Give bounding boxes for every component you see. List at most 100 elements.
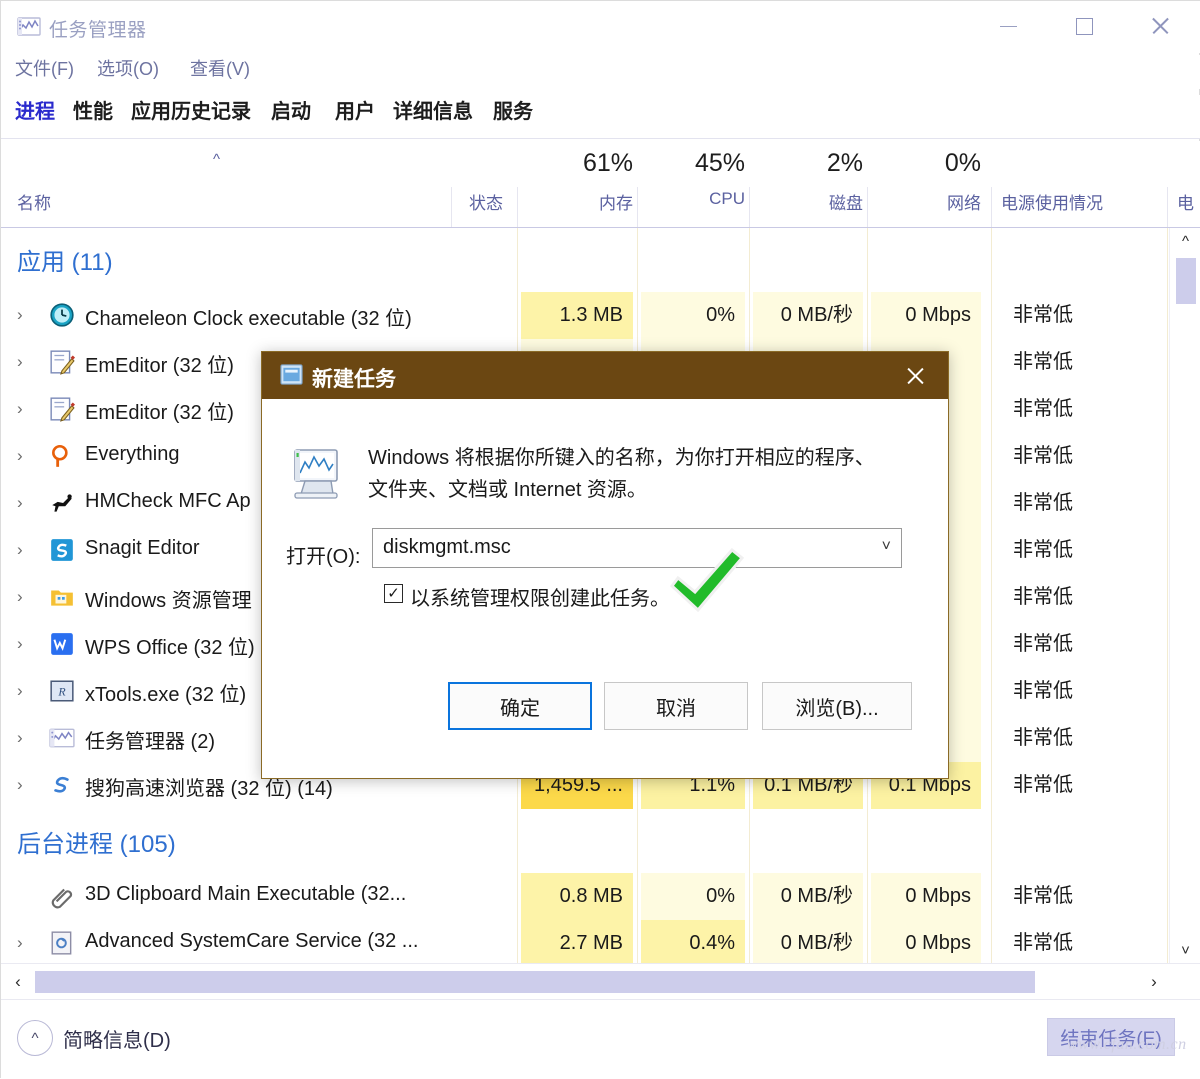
ok-button[interactable]: 确定 xyxy=(448,682,592,730)
column-header-power-usage[interactable]: 电源使用情况 xyxy=(1001,141,1151,227)
horizontal-scrollbar[interactable]: ‹ › xyxy=(1,963,1200,999)
task-manager-window: 任务管理器 文件(F) 选项(O) 查看(V) 进程 性能 应用历史记录 启动 … xyxy=(0,0,1200,1079)
cell-disk: 0 MB/秒 xyxy=(753,920,863,963)
menu-item-options[interactable]: 选项(O) xyxy=(97,55,159,81)
expand-chevron-icon[interactable]: › xyxy=(17,540,23,560)
maximize-icon xyxy=(1075,17,1093,35)
dialog-button-row: 确定 取消 浏览(B)... xyxy=(262,682,948,732)
horizontal-scroll-thumb[interactable] xyxy=(35,971,1035,993)
explorer-icon xyxy=(51,590,73,606)
disk-usage-pct: 2% xyxy=(826,149,863,177)
column-header-memory[interactable]: 61% 内存 xyxy=(521,141,633,227)
everything-icon xyxy=(52,444,68,467)
menu-bar: 文件(F) 选项(O) 查看(V) xyxy=(1,55,1200,89)
cell-power: 非常低 xyxy=(1013,727,1073,749)
maximize-button[interactable] xyxy=(1053,1,1115,51)
column-header-power-trend[interactable]: 电 xyxy=(1177,141,1200,227)
expand-chevron-icon[interactable]: › xyxy=(17,352,23,372)
cell-power: 非常低 xyxy=(1013,539,1073,561)
column-header-network[interactable]: 0% 网络 xyxy=(871,141,981,227)
dialog-title-bar: 新建任务 xyxy=(262,352,948,399)
dialog-close-button[interactable] xyxy=(894,360,936,392)
group-header-background: 后台进程 (105) xyxy=(17,831,176,858)
cell-power: 非常低 xyxy=(1013,680,1073,702)
vertical-scroll-thumb[interactable] xyxy=(1176,258,1196,304)
tab-details[interactable]: 详细信息 xyxy=(393,95,473,124)
column-header-name[interactable]: 名称 xyxy=(17,141,447,227)
expand-chevron-icon[interactable]: › xyxy=(17,775,23,795)
cell-power: 非常低 xyxy=(1013,774,1073,796)
column-header-status[interactable]: 状态 xyxy=(453,141,503,227)
menu-item-file[interactable]: 文件(F) xyxy=(15,55,74,81)
close-icon xyxy=(905,366,925,386)
tab-performance[interactable]: 性能 xyxy=(73,95,113,124)
minimize-button[interactable] xyxy=(977,1,1039,51)
network-usage-pct: 0% xyxy=(944,149,981,177)
cell-disk: 0 MB/秒 xyxy=(753,292,863,339)
expand-chevron-icon[interactable]: › xyxy=(17,305,23,325)
tab-services[interactable]: 服务 xyxy=(493,95,533,124)
column-header-cpu[interactable]: 45% CPU xyxy=(641,141,745,227)
chevron-down-icon[interactable]: ˅ xyxy=(882,538,891,556)
expand-chevron-icon[interactable]: › xyxy=(17,587,23,607)
process-name: EmEditor (32 位) xyxy=(85,355,234,377)
clock-icon xyxy=(50,303,74,327)
open-input-value[interactable]: diskmgmt.msc xyxy=(383,536,511,559)
process-name: 任务管理器 (2) xyxy=(85,731,215,753)
expand-chevron-icon[interactable]: › xyxy=(17,634,23,654)
process-name: HMCheck MFC Ap xyxy=(85,490,251,512)
cell-power: 非常低 xyxy=(1013,885,1073,907)
cell-network: 0 Mbps xyxy=(871,873,981,920)
scroll-up-button[interactable]: ^ xyxy=(1170,228,1200,254)
cancel-button[interactable]: 取消 xyxy=(604,682,748,730)
snagit-icon xyxy=(51,539,73,561)
cell-power: 非常低 xyxy=(1013,445,1073,467)
scroll-left-button[interactable]: ‹ xyxy=(3,964,33,999)
xtools-icon: R xyxy=(50,680,74,702)
expand-chevron-icon[interactable]: › xyxy=(17,681,23,701)
cell-cpu: 0.4% xyxy=(641,920,745,963)
minimize-icon xyxy=(999,25,1017,27)
open-combobox[interactable]: diskmgmt.msc ˅ xyxy=(372,528,902,568)
admin-checkbox-label: 以系统管理权限创建此任务。 xyxy=(410,588,670,610)
vertical-scrollbar[interactable]: ^ ˅ xyxy=(1169,228,1200,963)
sogou-icon xyxy=(54,776,69,793)
open-label: 打开(O): xyxy=(286,546,361,568)
task-manager-icon xyxy=(49,728,75,748)
green-check-mark-annotation xyxy=(669,548,745,613)
cell-power: 非常低 xyxy=(1013,492,1073,514)
table-row[interactable]: › Advanced SystemCare Service (32 ... 2.… xyxy=(1,920,1169,963)
admin-checkbox[interactable]: ✓ xyxy=(384,584,403,603)
dialog-title: 新建任务 xyxy=(312,368,396,391)
process-name: EmEditor (32 位) xyxy=(85,402,234,424)
table-row[interactable]: 3D Clipboard Main Executable (32... 0.8 … xyxy=(1,873,1169,920)
expand-chevron-icon[interactable]: › xyxy=(17,933,23,953)
close-button[interactable] xyxy=(1129,1,1191,51)
chevron-up-icon[interactable]: ^ xyxy=(17,1020,53,1056)
tab-users[interactable]: 用户 xyxy=(335,95,375,124)
column-header-disk[interactable]: 2% 磁盘 xyxy=(753,141,863,227)
expand-chevron-icon[interactable]: › xyxy=(17,399,23,419)
process-name: xTools.exe (32 位) xyxy=(85,684,247,706)
new-task-dialog: 新建任务 Windows 将根据你所键入的名称，为你打开相应的程序、 文件夹、文… xyxy=(261,351,949,779)
column-header-row: ^ 名称 状态 61% 内存 45% CPU 2% 磁盘 0% 网络 电源使用情… xyxy=(1,141,1200,227)
title-bar: 任务管理器 xyxy=(1,1,1200,53)
tab-app-history[interactable]: 应用历史记录 xyxy=(131,95,251,124)
scroll-down-button[interactable]: ˅ xyxy=(1170,937,1200,963)
browse-button[interactable]: 浏览(B)... xyxy=(762,682,912,730)
expand-chevron-icon[interactable]: › xyxy=(17,728,23,748)
table-row[interactable]: › Chameleon Clock executable (32 位) 1.3 … xyxy=(1,292,1169,339)
window-title: 任务管理器 xyxy=(49,20,147,41)
process-name: Everything xyxy=(85,443,180,465)
menu-item-view[interactable]: 查看(V) xyxy=(190,55,250,81)
cell-memory: 2.7 MB xyxy=(521,920,633,963)
fewer-details-button[interactable]: 简略信息(D) xyxy=(63,1024,171,1053)
tab-processes[interactable]: 进程 xyxy=(15,95,55,124)
cell-cpu: 0% xyxy=(641,873,745,920)
tab-startup[interactable]: 启动 xyxy=(271,95,311,124)
expand-chevron-icon[interactable]: › xyxy=(17,446,23,466)
cell-power: 非常低 xyxy=(1013,633,1073,655)
scroll-right-button[interactable]: › xyxy=(1139,964,1169,999)
expand-chevron-icon[interactable]: › xyxy=(17,493,23,513)
dialog-description-line1: Windows 将根据你所键入的名称，为你打开相应的程序、 xyxy=(368,447,875,469)
